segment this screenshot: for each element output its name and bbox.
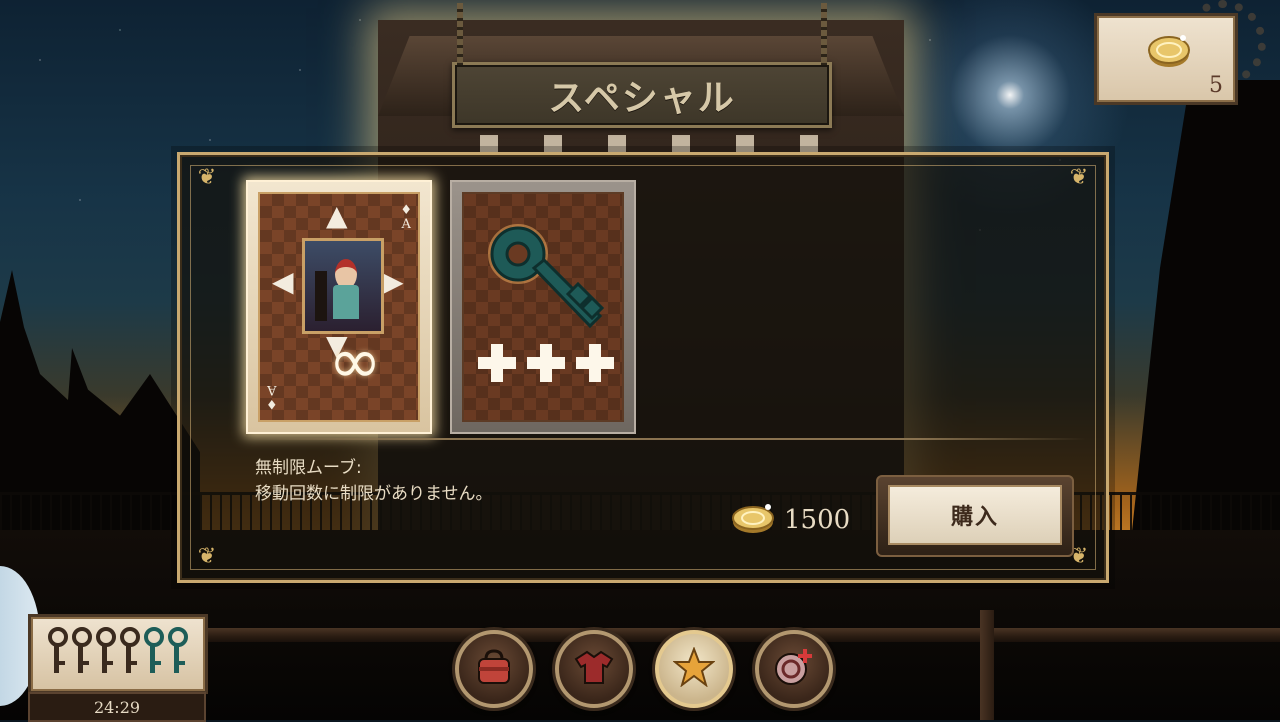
coin-icon — [730, 501, 776, 539]
arrow-left-icon: ◀ — [272, 265, 294, 298]
key-used-icon — [117, 625, 140, 677]
card-face — [462, 192, 624, 422]
character-body — [333, 285, 359, 319]
arrow-right-icon: ▶ — [382, 265, 404, 298]
key-remaining-icon — [141, 625, 164, 677]
coin-plus-icon — [773, 647, 815, 691]
special-shop-dialog: ❦ ❦ ❦ ❦ ♦ A ♦ A ▲ ▼ ◀ ▶ ∞ 無制限ムーブ: 移動回数に制… — [177, 152, 1109, 583]
plus-icon — [527, 344, 565, 382]
suit-diamond-icon: ♦ A — [266, 382, 278, 411]
divider — [240, 438, 1086, 440]
menu-button-special[interactable] — [655, 630, 733, 708]
pipe-horizontal — [200, 628, 1280, 642]
plus-icon — [478, 344, 516, 382]
infinity-icon: ∞ — [328, 325, 382, 399]
key-used-icon — [69, 625, 92, 677]
key-used-icon — [93, 625, 116, 677]
key-used-icon — [45, 625, 68, 677]
corner-ornament-icon: ❦ — [197, 544, 217, 569]
corner-ornament-icon: ❦ — [197, 165, 217, 190]
key-icon — [482, 218, 612, 342]
menu-button-bag[interactable] — [455, 630, 533, 708]
plus-icons — [478, 344, 614, 382]
coin-icon — [1147, 30, 1191, 74]
bag-icon — [474, 649, 514, 689]
item-price: 1500 — [730, 501, 850, 539]
item-card-unlimited-moves[interactable]: ♦ A ♦ A ▲ ▼ ◀ ▶ ∞ — [246, 180, 432, 434]
buy-button-label: 購入 — [950, 504, 999, 530]
menu-button-add-coins[interactable] — [755, 630, 833, 708]
pipe-vertical — [980, 610, 994, 720]
corner-ornament-icon: ❦ — [1069, 165, 1089, 190]
timer-text: 24:29 — [93, 697, 141, 717]
key-remaining-icon — [165, 625, 188, 677]
buy-button-frame: 購入 — [876, 475, 1074, 557]
item-description: 無制限ムーブ: 移動回数に制限がありません。 — [255, 455, 493, 507]
chain-left — [457, 3, 463, 65]
suit-diamond-icon: ♦ A — [400, 203, 412, 232]
character-portrait — [302, 238, 384, 334]
plus-icon — [576, 344, 614, 382]
price-value: 1500 — [784, 505, 851, 535]
key-counter-panel — [28, 614, 208, 694]
card-face: ♦ A ♦ A ▲ ▼ ◀ ▶ ∞ — [258, 192, 420, 422]
chain-right — [821, 3, 827, 65]
page-title: スペシャル — [548, 77, 736, 119]
arrow-up-icon: ▲ — [326, 199, 348, 232]
item-card-extra-keys[interactable] — [450, 180, 636, 434]
star-icon — [672, 646, 716, 691]
menu-button-outfit[interactable] — [555, 630, 633, 708]
lamp-post — [315, 271, 327, 321]
buy-button[interactable]: 購入 — [888, 485, 1062, 545]
key-icons — [45, 625, 188, 677]
coin-counter: 5 — [1094, 13, 1238, 105]
timer: 24:29 — [28, 692, 206, 722]
title-plaque: スペシャル — [452, 3, 832, 128]
item-name: 無制限ムーブ: — [255, 458, 362, 478]
shirt-icon — [574, 649, 614, 689]
item-effect: 移動回数に制限がありません。 — [255, 484, 493, 504]
coin-count: 5 — [1209, 73, 1223, 98]
